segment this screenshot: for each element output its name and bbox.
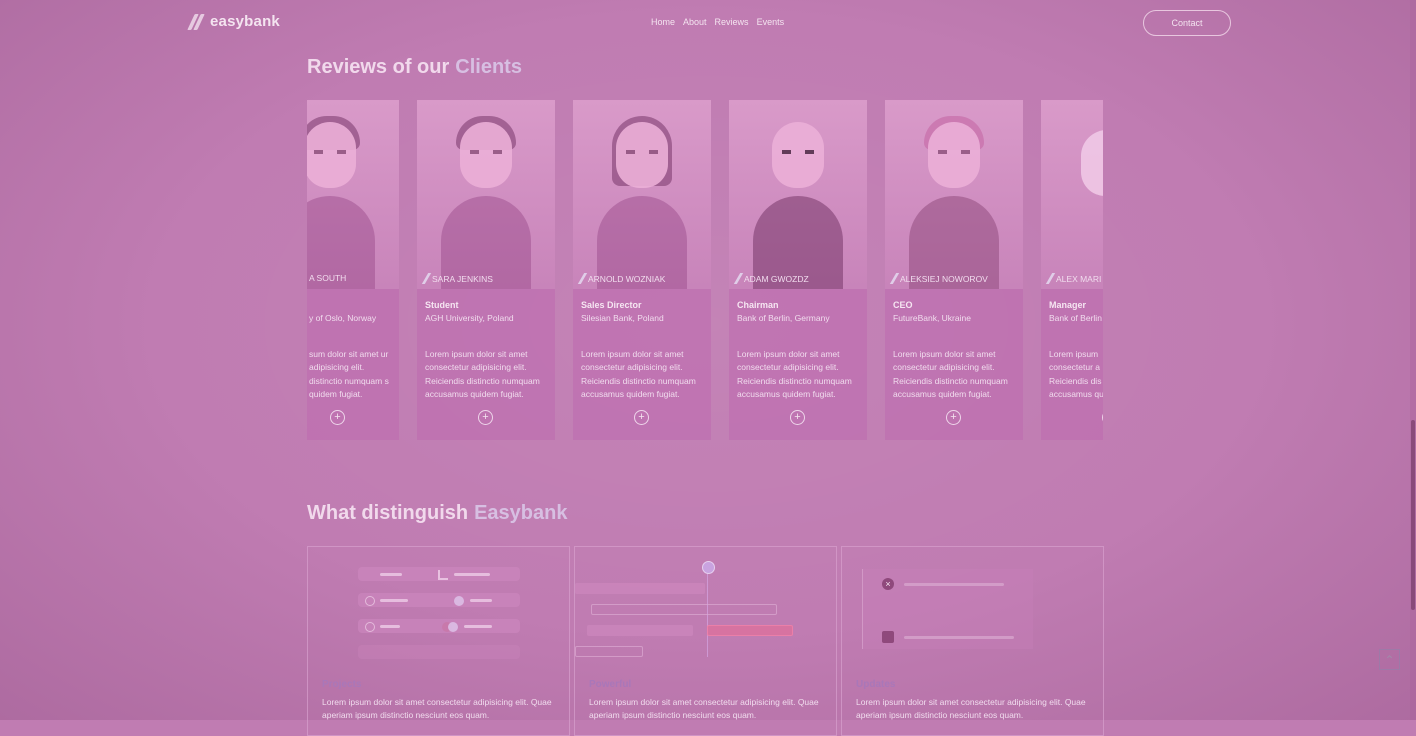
reviews-carousel[interactable]: A SOUTH y of Oslo, Norway sum dolor sit … <box>307 100 1103 440</box>
features-title-text: What distinguish <box>307 502 469 524</box>
client-name-row: SARA JENKINS <box>421 273 493 284</box>
review-card: ADAM GWOZDZ Chairman Bank of Berlin, Ger… <box>729 100 867 440</box>
feature-title: Powerful <box>589 679 632 690</box>
features-title-highlight: Easybank <box>474 502 568 524</box>
reviews-title: Reviews of our Clients <box>307 56 522 79</box>
main-nav: Home About Reviews Events <box>651 17 784 27</box>
review-card: ALEX MARI Manager Bank of Berlin Lorem i… <box>1041 100 1103 440</box>
client-role: CEO <box>893 300 913 310</box>
client-name-row: ALEX MARI <box>1045 273 1102 284</box>
plus-icon[interactable]: + <box>1102 410 1103 425</box>
review-text: sum dolor sit amet ur adipisicing elit. … <box>309 349 389 400</box>
client-role: Sales Director <box>581 300 642 310</box>
chevron-up-icon[interactable]: ⌃ <box>1379 649 1400 670</box>
client-name: A SOUTH <box>309 273 347 283</box>
client-name-row: ARNOLD WOZNIAK <box>577 273 666 284</box>
plus-icon[interactable]: + <box>330 410 345 425</box>
feature-card-updates: × Updates Lorem ipsum dolor sit amet con… <box>841 546 1104 736</box>
review-text: Lorem ipsum consectetur a Reiciendis dis… <box>1049 349 1103 400</box>
client-photo <box>1041 100 1103 289</box>
client-name-row: A SOUTH <box>309 273 346 283</box>
client-photo <box>573 100 711 289</box>
nav-about[interactable]: About <box>683 17 707 27</box>
page-scrollbar[interactable] <box>1410 0 1416 720</box>
features-title: What distinguish Easybank <box>307 502 567 525</box>
plus-icon[interactable]: + <box>478 410 493 425</box>
review-text: Lorem ipsum dolor sit amet consectetur a… <box>425 349 540 400</box>
client-name: SARA JENKINS <box>432 273 493 284</box>
client-name-row: ADAM GWOZDZ <box>733 273 809 284</box>
nav-home[interactable]: Home <box>651 17 675 27</box>
review-card: ARNOLD WOZNIAK Sales Director Silesian B… <box>573 100 711 440</box>
client-name: ALEX MARI <box>1056 273 1102 284</box>
bar-chart-icon <box>438 570 448 580</box>
client-role: Chairman <box>737 300 779 310</box>
logo-text: easybank <box>210 13 280 30</box>
review-card: ALEKSIEJ NOWOROV CEO FutureBank, Ukraine… <box>885 100 1023 440</box>
client-org: Silesian Bank, Poland <box>581 313 664 323</box>
feature-text: Lorem ipsum dolor sit amet consectetur a… <box>856 697 1086 721</box>
plus-icon[interactable]: + <box>790 410 805 425</box>
feature-card-powerful: Powerful Lorem ipsum dolor sit amet cons… <box>574 546 837 736</box>
feature-title: Updates <box>856 679 896 690</box>
feature-text: Lorem ipsum dolor sit amet consectetur a… <box>589 697 819 721</box>
reviews-title-highlight: Clients <box>455 56 522 78</box>
client-role: Manager <box>1049 300 1087 310</box>
client-photo <box>885 100 1023 289</box>
plus-icon[interactable]: + <box>634 410 649 425</box>
client-role: Student <box>425 300 459 310</box>
contact-button[interactable]: Contact <box>1143 10 1231 36</box>
close-icon: × <box>882 578 894 590</box>
feature-card-projects: Projects Lorem ipsum dolor sit amet cons… <box>307 546 570 736</box>
feature-text: Lorem ipsum dolor sit amet consectetur a… <box>322 697 552 721</box>
client-name-row: ALEKSIEJ NOWOROV <box>889 273 988 284</box>
plus-icon[interactable]: + <box>946 410 961 425</box>
reviews-title-text: Reviews of our <box>307 56 450 78</box>
check-icon <box>454 596 464 606</box>
client-name: ADAM GWOZDZ <box>744 273 809 284</box>
site-header: easybank Home About Reviews Events Conta… <box>0 0 1416 46</box>
archive-icon <box>882 631 894 643</box>
client-name: ALEKSIEJ NOWOROV <box>900 273 988 284</box>
client-name: ARNOLD WOZNIAK <box>588 273 666 284</box>
review-card: A SOUTH y of Oslo, Norway sum dolor sit … <box>307 100 399 440</box>
client-org: Bank of Berlin, Germany <box>737 313 830 323</box>
logo-mark-icon <box>187 13 205 30</box>
review-text: Lorem ipsum dolor sit amet consectetur a… <box>893 349 1008 400</box>
review-text: Lorem ipsum dolor sit amet consectetur a… <box>581 349 696 400</box>
logo[interactable]: easybank <box>187 13 280 30</box>
client-org: AGH University, Poland <box>425 313 514 323</box>
nav-events[interactable]: Events <box>757 17 785 27</box>
client-photo <box>307 100 399 289</box>
powerful-illustration <box>575 559 838 659</box>
scrollbar-thumb[interactable] <box>1411 420 1415 610</box>
nav-reviews[interactable]: Reviews <box>715 17 749 27</box>
review-text: Lorem ipsum dolor sit amet consectetur a… <box>737 349 852 400</box>
projects-illustration <box>358 567 520 659</box>
client-org: y of Oslo, Norway <box>309 313 377 323</box>
review-card: SARA JENKINS Student AGH University, Pol… <box>417 100 555 440</box>
updates-illustration: × <box>862 569 1042 659</box>
client-org: FutureBank, Ukraine <box>893 313 971 323</box>
client-photo <box>729 100 867 289</box>
feature-title: Projects <box>322 679 362 690</box>
client-org: Bank of Berlin <box>1049 313 1102 323</box>
client-photo <box>417 100 555 289</box>
